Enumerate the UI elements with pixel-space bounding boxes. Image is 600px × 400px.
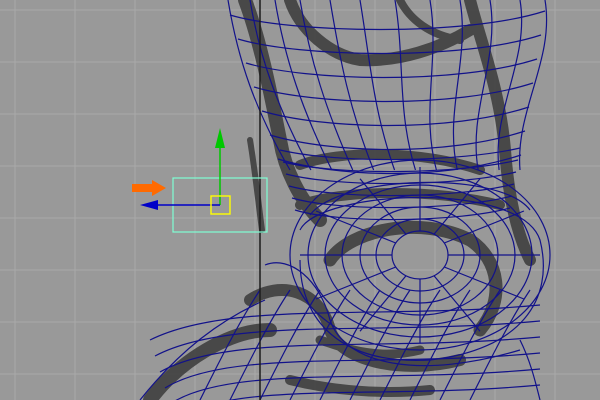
mesh-edge <box>261 106 530 127</box>
mesh-edge <box>394 0 417 171</box>
mesh-edge <box>329 0 375 171</box>
mesh-loop <box>391 230 449 280</box>
mesh-edge <box>359 0 396 171</box>
z-axis-arrow-handle[interactable] <box>132 180 166 196</box>
viewport-canvas[interactable] <box>0 0 600 400</box>
y-axis-arrow-handle[interactable] <box>215 128 225 148</box>
x-axis-arrow-handle[interactable] <box>140 200 158 210</box>
mesh-edge <box>518 0 548 171</box>
3d-viewport[interactable] <box>0 0 600 400</box>
reference-image-plane <box>143 0 536 400</box>
move-manipulator-icon[interactable] <box>132 128 268 233</box>
mesh-edge <box>237 34 542 55</box>
mesh-edge <box>379 289 441 400</box>
mesh-edge <box>269 130 526 151</box>
